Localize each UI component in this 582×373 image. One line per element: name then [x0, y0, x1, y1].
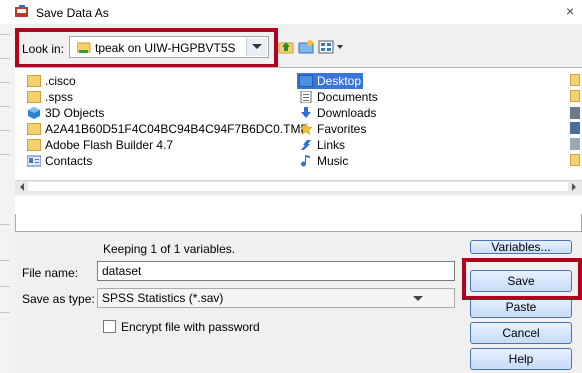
savetype-label: Save as type:: [22, 292, 95, 306]
help-button[interactable]: Help: [470, 348, 572, 370]
variables-list-box: [15, 214, 582, 232]
chevron-down-icon[interactable]: [337, 45, 343, 49]
scroll-left-icon[interactable]: [20, 183, 24, 191]
documents-icon: [300, 91, 312, 103]
folder-icon: [570, 90, 580, 102]
encrypt-label: Encrypt file with password: [121, 320, 260, 334]
scroll-right-icon[interactable]: [572, 183, 576, 191]
folder-icon: [570, 154, 580, 166]
folder-icon: [27, 123, 41, 135]
scrollbar-thumb[interactable]: [28, 182, 568, 191]
folder-icon: [27, 91, 41, 103]
contacts-icon: [27, 155, 41, 167]
folder-icon: [27, 139, 41, 151]
search-icon: [570, 138, 580, 150]
close-button[interactable]: ×: [566, 3, 574, 19]
network-icon: [570, 122, 580, 134]
variables-button[interactable]: Variables...: [470, 240, 572, 254]
chevron-down-icon[interactable]: [413, 296, 423, 301]
view-menu-icon[interactable]: [318, 39, 334, 55]
keeping-variables-text: Keeping 1 of 1 variables.: [103, 242, 236, 256]
folder-icon: [570, 74, 580, 86]
filename-input[interactable]: dataset: [97, 261, 455, 281]
new-folder-icon[interactable]: [298, 39, 314, 55]
savetype-select[interactable]: SPSS Statistics (*.sav): [97, 288, 455, 308]
lookin-highlight-annotation: [15, 28, 278, 68]
save-data-icon: [15, 5, 28, 17]
drive-icon: [570, 107, 580, 119]
save-highlight-annotation: [462, 258, 582, 300]
filename-label: File name:: [22, 266, 79, 280]
music-icon: [301, 155, 310, 167]
background-window-edge: [0, 24, 15, 373]
desktop-folder-icon: [299, 75, 313, 87]
encrypt-checkbox[interactable]: [103, 320, 116, 333]
up-folder-icon[interactable]: [278, 39, 294, 55]
downloads-icon: [301, 107, 311, 118]
folder-icon: [27, 75, 41, 87]
star-icon: [299, 123, 313, 135]
3d-objects-icon: [28, 107, 40, 119]
window-title: Save Data As: [36, 6, 109, 20]
cancel-button[interactable]: Cancel: [470, 322, 572, 344]
links-icon: [301, 140, 311, 150]
